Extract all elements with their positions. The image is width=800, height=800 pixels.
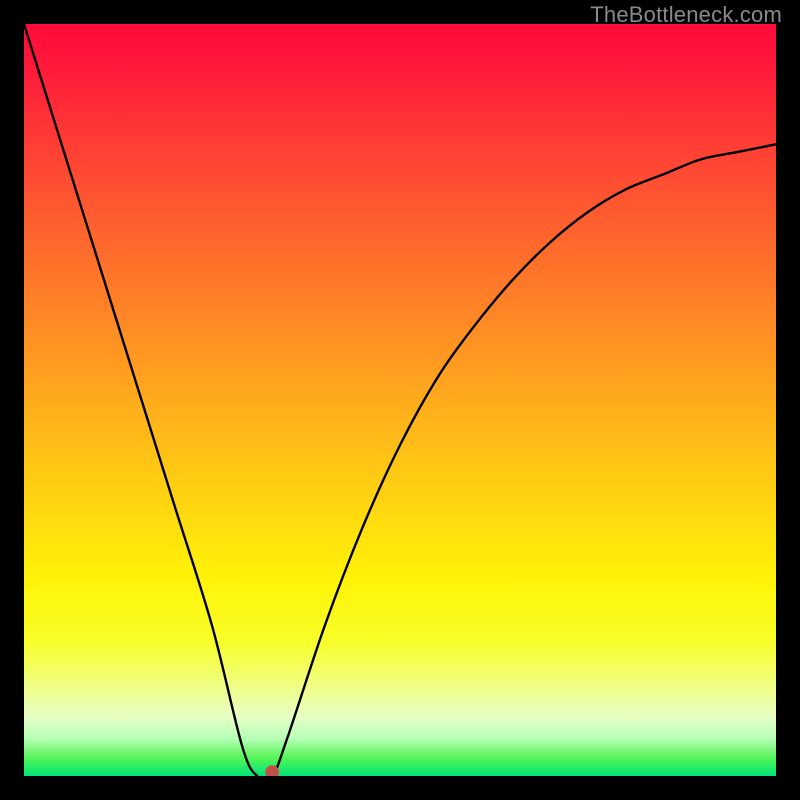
plot-area: [24, 24, 776, 776]
watermark-text: TheBottleneck.com: [590, 2, 782, 28]
bottleneck-curve: [24, 24, 776, 776]
chart-svg: [24, 24, 776, 776]
